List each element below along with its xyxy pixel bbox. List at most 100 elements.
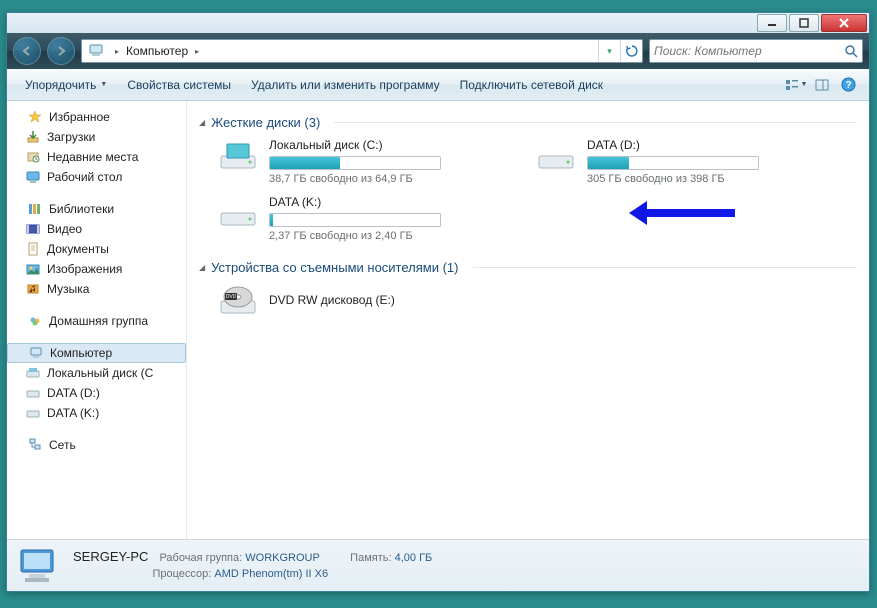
sidebar-homegroup[interactable]: Домашняя группа (7, 311, 186, 331)
drive-item[interactable]: DATA (D:) 305 ГБ свободно из 398 ГБ (535, 138, 825, 185)
drive-item[interactable]: Локальный диск (C:) 38,7 ГБ свободно из … (217, 138, 507, 185)
removable-grid: DVD DVD RW дисковод (E:) (217, 283, 857, 319)
drive-icon (25, 365, 41, 381)
sidebar-libraries[interactable]: Библиотеки (7, 199, 186, 219)
uninstall-program-button[interactable]: Удалить или изменить программу (241, 69, 450, 100)
computer-icon (28, 345, 44, 361)
libraries-label: Библиотеки (49, 202, 114, 216)
help-button[interactable]: ? (836, 73, 860, 97)
refresh-button[interactable] (620, 40, 642, 62)
toolbar: Упорядочить ▼ Свойства системы Удалить и… (7, 69, 869, 101)
sidebar-documents[interactable]: Документы (7, 239, 186, 259)
sidebar-videos[interactable]: Видео (7, 219, 186, 239)
chevron-right-icon: ▸ (193, 47, 201, 56)
workgroup-value: WORKGROUP (245, 552, 319, 564)
capacity-bar (587, 156, 759, 170)
drive-icon (25, 385, 41, 401)
maximize-button[interactable] (789, 14, 819, 32)
navigation-pane: Избранное Загрузки Недавние места Рабочи… (7, 101, 187, 539)
drive-grid: Локальный диск (C:) 38,7 ГБ свободно из … (217, 138, 857, 242)
drive-name: Локальный диск (C:) (269, 138, 507, 152)
desktop-icon (25, 169, 41, 185)
map-network-drive-button[interactable]: Подключить сетевой диск (450, 69, 613, 100)
sidebar-item-label: Недавние места (47, 150, 138, 164)
close-button[interactable] (821, 14, 867, 32)
explorer-window: ▸ Компьютер ▸ ▾ Упорядочить ▼ Свойства (6, 12, 870, 592)
computer-icon (86, 42, 106, 60)
sidebar-favorites[interactable]: Избранное (7, 107, 186, 127)
workgroup-label: Рабочая группа: (159, 552, 242, 564)
annotation-arrow (627, 201, 737, 225)
libraries-icon (27, 201, 43, 217)
sidebar-drive-d[interactable]: DATA (D:) (7, 383, 186, 403)
breadcrumb-item[interactable]: Компьютер (124, 44, 190, 58)
collapse-icon: ◢ (199, 118, 205, 127)
computer-label: Компьютер (50, 346, 112, 360)
capacity-fill (270, 157, 340, 169)
hard-disk-icon (217, 195, 259, 231)
organize-menu[interactable]: Упорядочить ▼ (15, 69, 117, 100)
chevron-right-icon: ▸ (113, 47, 121, 56)
address-bar[interactable]: ▸ Компьютер ▸ ▾ (81, 39, 643, 63)
sidebar-item-label: Документы (47, 242, 109, 256)
favorites-label: Избранное (49, 110, 110, 124)
search-input[interactable] (654, 44, 844, 58)
memory-label: Память: (350, 552, 391, 564)
capacity-fill (588, 157, 629, 169)
sidebar-downloads[interactable]: Загрузки (7, 127, 186, 147)
sidebar-item-label: Видео (47, 222, 82, 236)
nav-bar: ▸ Компьютер ▸ ▾ (7, 33, 869, 69)
section-removable[interactable]: ◢ Устройства со съемными носителями (1) (199, 260, 857, 275)
search-icon (844, 44, 858, 58)
search-box[interactable] (649, 39, 863, 63)
drive-item[interactable]: DATA (K:) 2,37 ГБ свободно из 2,40 ГБ (217, 195, 507, 242)
view-options-button[interactable]: ▼ (784, 73, 808, 97)
props-label: Свойства системы (127, 78, 231, 92)
drive-name: DVD RW дисковод (E:) (269, 293, 507, 307)
drive-info: 38,7 ГБ свободно из 64,9 ГБ (269, 173, 507, 185)
network-icon (27, 437, 43, 453)
pictures-icon (25, 261, 41, 277)
sidebar-item-label: Загрузки (47, 130, 95, 144)
dvd-drive-icon: DVD (217, 283, 259, 319)
documents-icon (25, 241, 41, 257)
minimize-button[interactable] (757, 14, 787, 32)
sidebar-pictures[interactable]: Изображения (7, 259, 186, 279)
sidebar-computer[interactable]: Компьютер (7, 343, 186, 363)
sidebar-music[interactable]: Музыка (7, 279, 186, 299)
sidebar-drive-k[interactable]: DATA (K:) (7, 403, 186, 423)
content-pane: ◢ Жесткие диски (3) Локальный диск (C:) … (187, 101, 869, 539)
sidebar-desktop[interactable]: Рабочий стол (7, 167, 186, 187)
section-hard-disks[interactable]: ◢ Жесткие диски (3) (199, 115, 857, 130)
capacity-bar (269, 213, 441, 227)
sidebar-item-label: Музыка (47, 282, 89, 296)
preview-pane-button[interactable] (810, 73, 834, 97)
breadcrumb[interactable]: ▸ Компьютер ▸ (110, 44, 598, 58)
uninstall-label: Удалить или изменить программу (251, 78, 440, 92)
homegroup-icon (27, 313, 43, 329)
drive-item[interactable]: DVD DVD RW дисковод (E:) (217, 283, 507, 319)
computer-large-icon (17, 546, 61, 586)
address-dropdown-button[interactable]: ▾ (598, 40, 620, 62)
sidebar-item-label: DATA (D:) (47, 386, 100, 400)
capacity-fill (270, 214, 273, 226)
back-button[interactable] (13, 37, 41, 65)
sidebar-item-label: Изображения (47, 262, 122, 276)
computer-name: SERGEY-PC (73, 549, 148, 564)
hard-disk-icon (217, 138, 259, 174)
sidebar-drive-c[interactable]: Локальный диск (C (7, 363, 186, 383)
star-icon (27, 109, 43, 125)
sidebar-network[interactable]: Сеть (7, 435, 186, 455)
details-text: SERGEY-PC Рабочая группа: WORKGROUP Памя… (73, 548, 432, 583)
chevron-down-icon: ▼ (801, 81, 808, 88)
music-icon (25, 281, 41, 297)
forward-button[interactable] (47, 37, 75, 65)
drive-icon (25, 405, 41, 421)
system-properties-button[interactable]: Свойства системы (117, 69, 241, 100)
memory-value: 4,00 ГБ (395, 552, 433, 564)
collapse-icon: ◢ (199, 263, 205, 272)
section-title: Жесткие диски (3) (211, 115, 320, 130)
body-split: Избранное Загрузки Недавние места Рабочи… (7, 101, 869, 539)
drive-info: 2,37 ГБ свободно из 2,40 ГБ (269, 230, 507, 242)
sidebar-recent[interactable]: Недавние места (7, 147, 186, 167)
